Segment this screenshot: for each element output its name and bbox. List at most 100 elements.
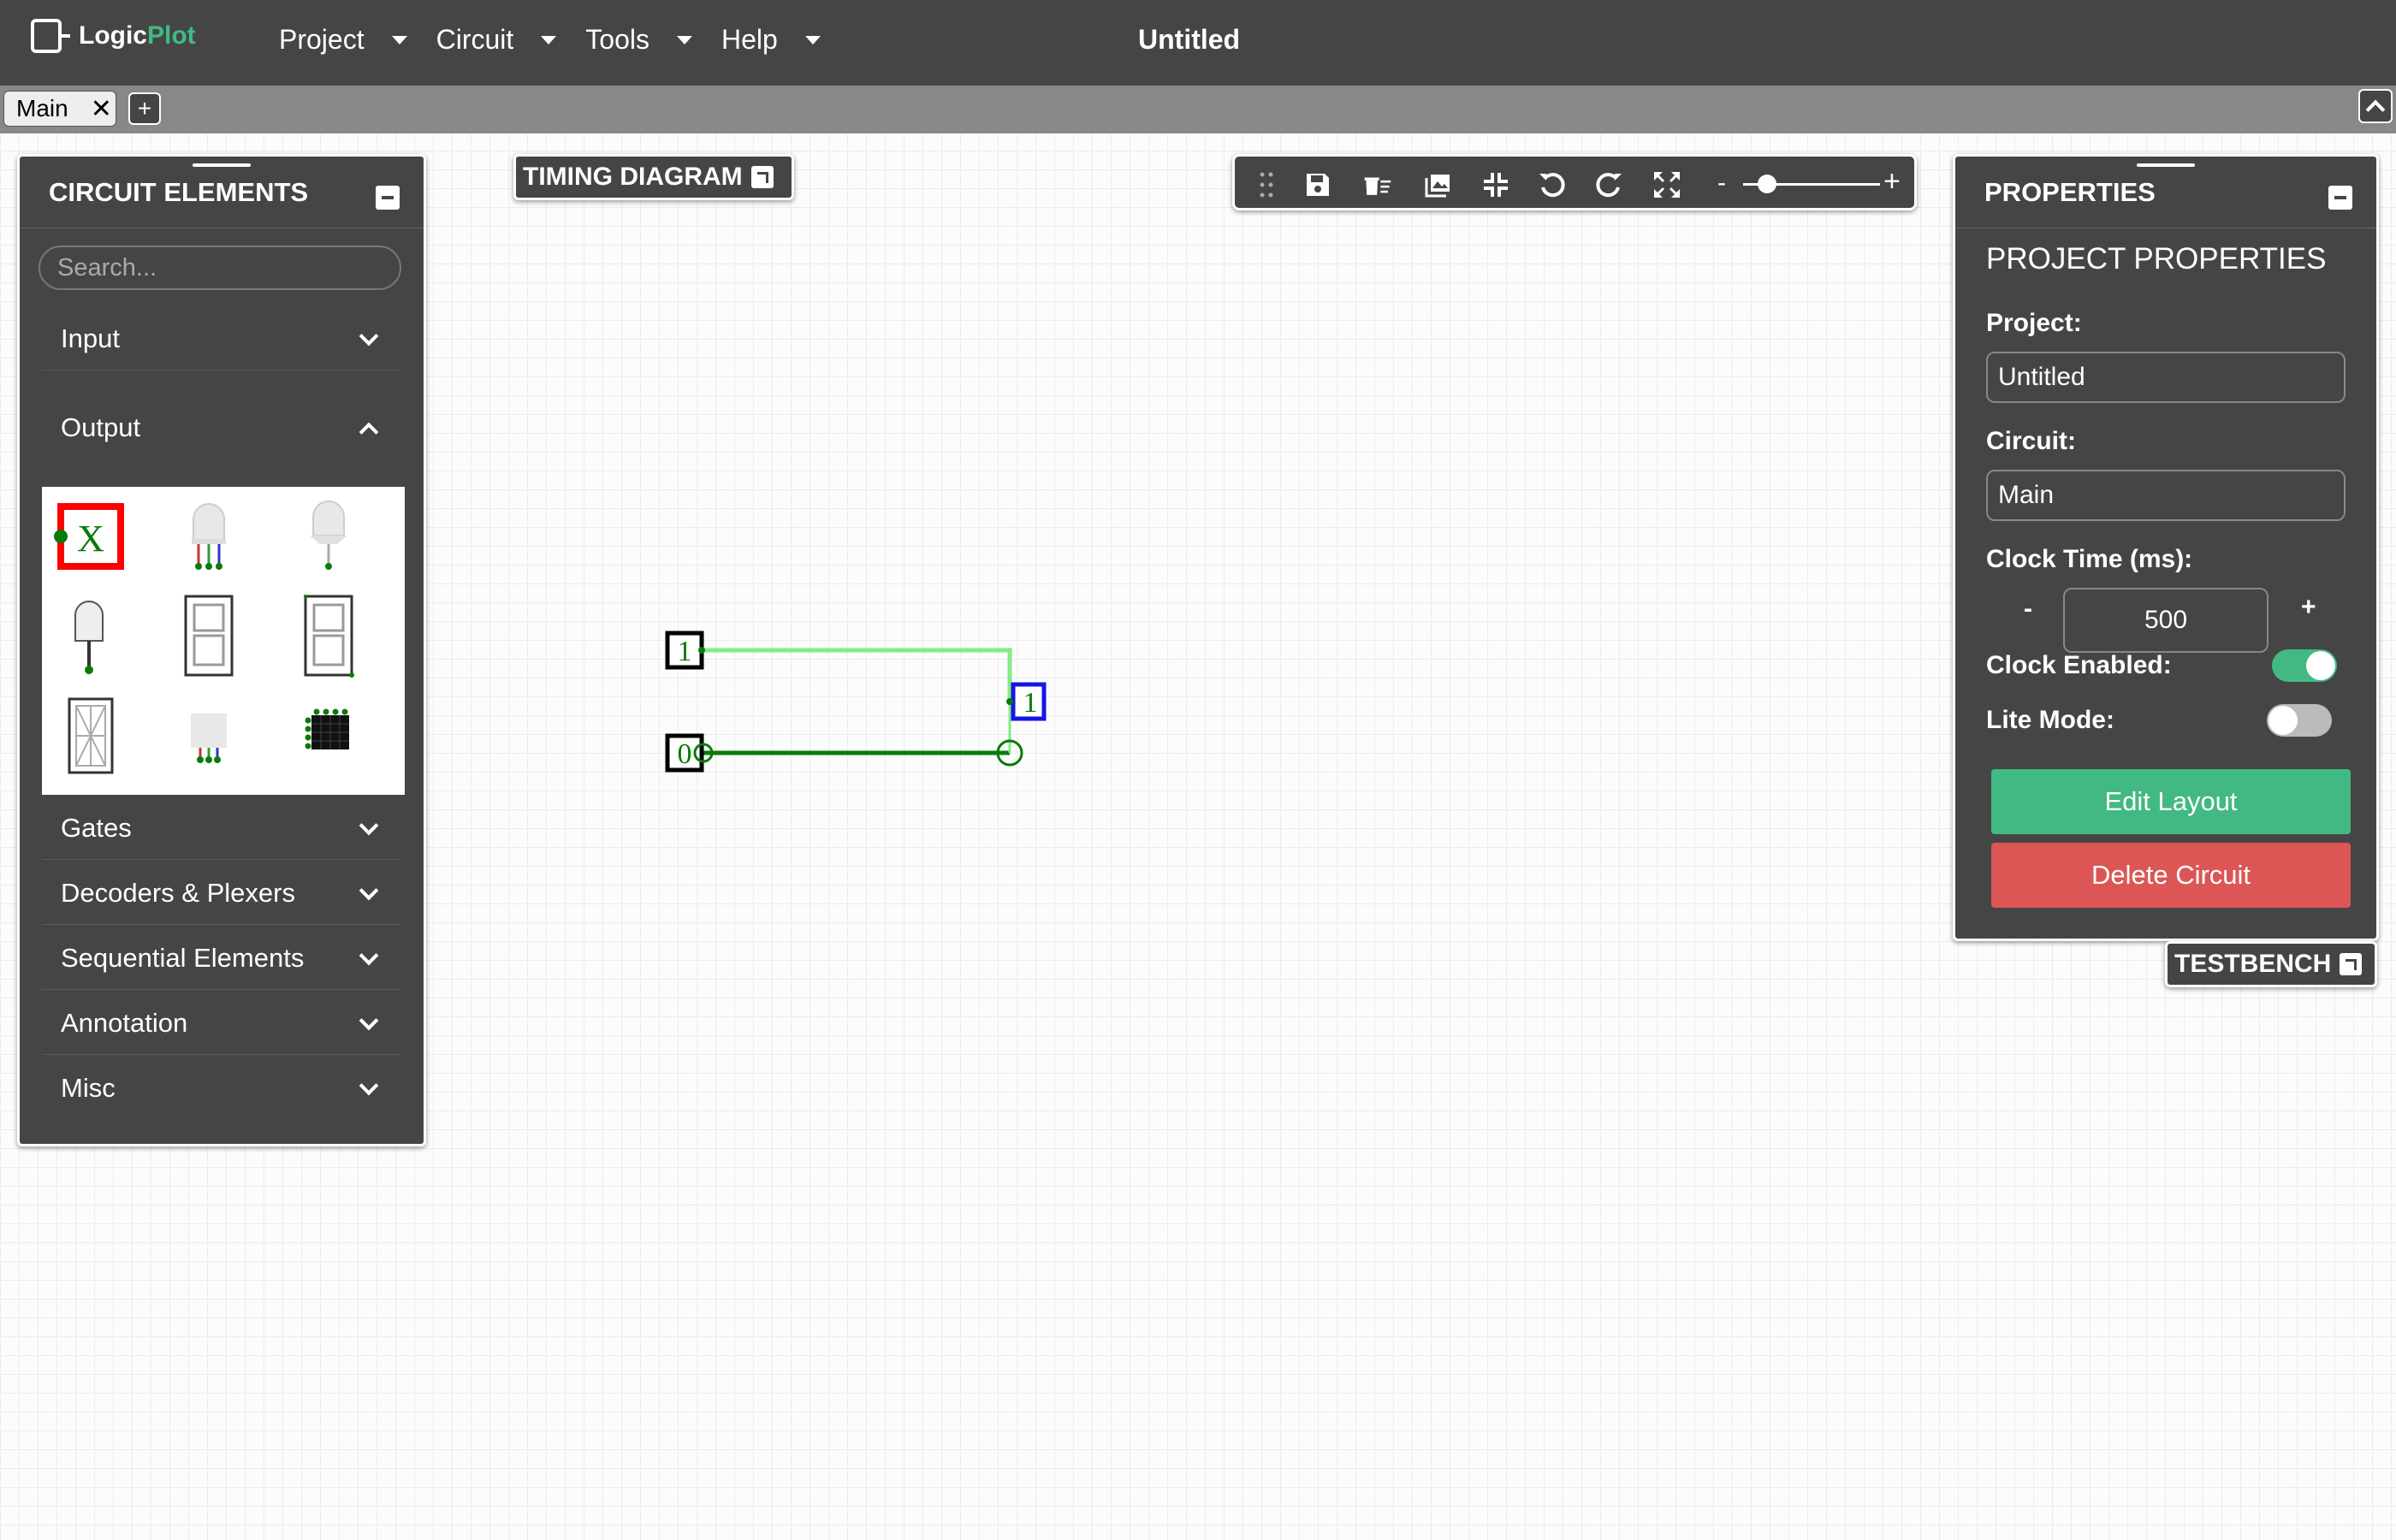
zoom-slider-handle[interactable] [1758,175,1776,193]
brand-name: LogicPlot [79,21,196,50]
six-segment-display-icon[interactable] [282,593,376,678]
chevron-down-icon [359,326,379,346]
chevron-down-icon [359,1010,379,1031]
circuit-canvas[interactable]: 1 0 1 [650,616,1061,787]
logo[interactable]: LogicPlot [31,19,196,53]
digital-led-icon[interactable] [282,494,376,579]
timing-diagram-label: TIMING DIAGRAM [523,163,743,191]
caret-down-icon [676,35,692,44]
category-label: Output [61,412,141,442]
chevron-down-icon [359,880,379,901]
collapse-tabs-button[interactable] [2358,89,2393,123]
category-label: Sequential Elements [61,942,305,973]
testbench-label: TESTBENCH [2174,950,2332,978]
output-probe[interactable]: 1 [1006,682,1047,721]
search-input[interactable] [39,246,401,290]
rgb-led-icon[interactable] [162,494,256,579]
logicplot-logo-icon [31,19,70,53]
menu-help[interactable]: Help [721,24,829,56]
circuit-elements-panel: CIRCUIT ELEMENTS Input Output X [17,154,426,1146]
menu-circuit[interactable]: Circuit [436,24,566,56]
tab-label: Main [16,95,68,121]
add-tab-button[interactable]: + [128,92,161,125]
category-label: Gates [61,812,132,843]
zoom-in-button[interactable]: + [1883,165,1901,198]
minimize-icon[interactable] [2328,186,2352,210]
navbar: LogicPlot Project Circuit Tools Help Unt… [0,0,2396,86]
category-sequential-elements[interactable]: Sequential Elements [42,927,401,990]
category-misc[interactable]: Misc [42,1057,401,1120]
caret-down-icon [541,35,557,44]
project-label: Project: [1986,309,2082,337]
section-title: PROJECT PROPERTIES [1986,242,2327,275]
chevron-down-icon [359,1075,379,1096]
circuit-label: Circuit: [1986,427,2076,455]
sixteen-segment-display-icon[interactable] [42,692,136,778]
input-top-value: 1 [678,636,692,667]
circuit-elements-header: CIRCUIT ELEMENTS [20,157,424,228]
variable-led-icon[interactable] [42,593,136,678]
input-top[interactable]: 1 [665,631,705,670]
category-output[interactable]: Output [42,396,401,459]
tab-bar: Main ✕ + [0,86,2396,133]
caret-down-icon [391,35,407,44]
category-input[interactable]: Input [42,307,401,370]
external-link-icon [2340,953,2363,975]
category-label: Decoders & Plexers [61,877,295,908]
menu-tools[interactable]: Tools [585,24,701,56]
clock-time-input[interactable]: 500 [2063,588,2268,653]
output-probe-icon[interactable]: X [42,494,136,579]
category-label: Misc [61,1073,116,1103]
clock-decrement-button[interactable]: - [2024,595,2032,624]
wire-node[interactable] [1007,648,1012,653]
drag-handle-icon[interactable] [1252,170,1281,199]
clock-time-label: Clock Time (ms): [1986,545,2193,573]
delete-circuit-button[interactable]: Delete Circuit [1991,843,2351,908]
undo-icon[interactable] [1538,170,1567,199]
menu-project[interactable]: Project [279,24,416,56]
chevron-down-icon [359,945,379,966]
lite-mode-label: Lite Mode: [1986,706,2114,734]
external-link-icon [750,166,774,188]
output-elements-tray: X [42,487,405,795]
category-annotation[interactable]: Annotation [42,992,401,1055]
rgb-led-matrix-icon[interactable] [282,692,376,778]
fullscreen-icon[interactable] [1652,170,1681,199]
category-gates[interactable]: Gates [42,797,401,860]
minimize-icon[interactable] [376,186,400,210]
caret-down-icon [804,35,821,44]
svg-text:X: X [77,518,104,560]
clock-enabled-toggle[interactable] [2272,649,2337,682]
delete-icon[interactable] [1363,170,1392,199]
tab-main[interactable]: Main ✕ [3,91,116,127]
circuit-name-input[interactable]: Main [1986,470,2346,521]
chevron-up-icon [2365,99,2386,120]
square-rgb-led-icon[interactable] [162,692,256,778]
seven-segment-display-icon[interactable] [162,593,256,678]
testbench-button[interactable]: TESTBENCH [2165,941,2377,987]
zoom-out-button[interactable]: - [1717,169,1726,198]
output-value: 1 [1023,687,1038,719]
image-icon[interactable] [1423,170,1452,199]
timing-diagram-button[interactable]: TIMING DIAGRAM [513,154,794,200]
properties-header: PROPERTIES [1955,157,2376,228]
chevron-up-icon [359,422,379,442]
edit-layout-button[interactable]: Edit Layout [1991,769,2351,834]
close-icon[interactable]: ✕ [91,94,112,124]
project-title: Untitled [1138,24,1241,55]
canvas-toolbar: - + [1232,154,1917,210]
lite-mode-toggle[interactable] [2267,704,2332,737]
properties-panel: PROPERTIES PROJECT PROPERTIES Project: U… [1953,154,2379,941]
main-menu: Project Circuit Tools Help [279,24,829,56]
save-icon[interactable] [1303,170,1332,199]
category-decoders-plexers[interactable]: Decoders & Plexers [42,862,401,925]
panel-title: PROPERTIES [1984,176,2156,207]
clock-increment-button[interactable]: + [2301,593,2316,622]
panel-title: CIRCUIT ELEMENTS [49,176,309,207]
toggle-knob [2268,706,2298,735]
project-name-input[interactable]: Untitled [1986,352,2346,403]
category-label: Annotation [61,1007,188,1038]
chevron-down-icon [359,815,379,836]
redo-icon[interactable] [1594,170,1623,199]
fit-icon[interactable] [1481,170,1510,199]
